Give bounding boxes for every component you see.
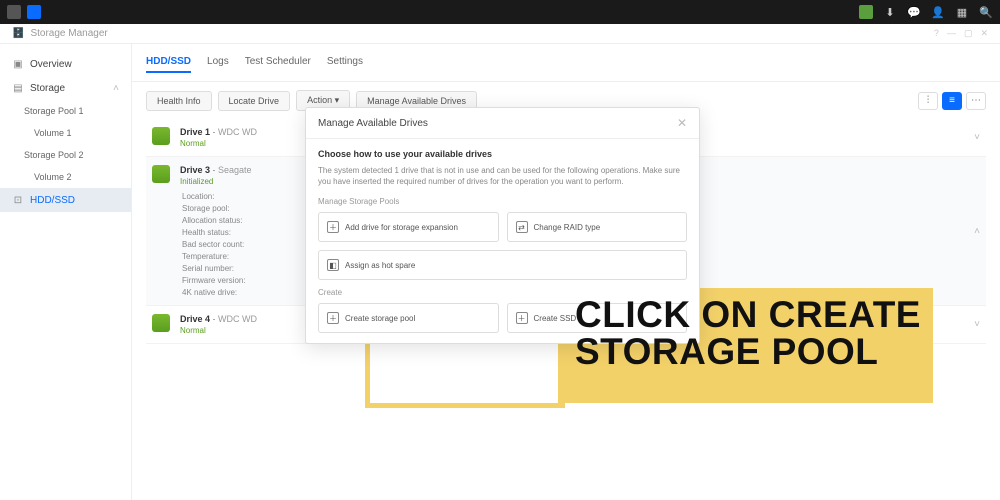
- sidebar-item-volume1[interactable]: Volume 1: [0, 122, 131, 144]
- option-change-raid[interactable]: ⇄ Change RAID type: [507, 212, 688, 242]
- chevron-up-icon: ˄: [113, 83, 119, 94]
- swap-icon: ⇄: [516, 221, 528, 233]
- sidebar-label: Overview: [30, 59, 72, 70]
- sidebar-label: Volume 1: [34, 128, 72, 138]
- close-window-icon[interactable]: ✕: [980, 28, 988, 39]
- option-create-storage-pool[interactable]: ＋ Create storage pool: [318, 303, 499, 333]
- drive-name: Drive 1: [180, 127, 210, 137]
- sidebar-label: Volume 2: [34, 172, 72, 182]
- option-label: Change RAID type: [534, 223, 601, 232]
- drive-name: Drive 4: [180, 314, 210, 324]
- overview-icon: ▣: [12, 58, 24, 70]
- maximize-icon[interactable]: ▢: [964, 28, 973, 39]
- modal-header: Manage Available Drives ✕: [306, 108, 699, 139]
- app-icon: 🗄️: [12, 28, 24, 39]
- chevron-down-icon[interactable]: ˅: [974, 132, 980, 143]
- sidebar-label: HDD/SSD: [30, 195, 75, 206]
- tab-scheduler[interactable]: Test Scheduler: [245, 52, 311, 73]
- minimize-icon[interactable]: —: [947, 28, 956, 39]
- plus-icon: ＋: [327, 221, 339, 233]
- sidebar-item-pool1[interactable]: Storage Pool 1: [0, 100, 131, 122]
- filter-icon[interactable]: ⫶: [918, 92, 938, 110]
- chevron-up-icon[interactable]: ˄: [974, 226, 980, 237]
- window-controls: ? — ▢ ✕: [934, 28, 988, 39]
- option-label: Create SSD: [534, 314, 577, 323]
- sidebar-item-overview[interactable]: ▣ Overview: [0, 52, 131, 76]
- list-view-icon[interactable]: ≡: [942, 92, 962, 110]
- modal-description: The system detected 1 drive that is not …: [318, 165, 687, 187]
- sidebar-item-volume2[interactable]: Volume 2: [0, 166, 131, 188]
- sidebar-label: Storage: [30, 83, 65, 94]
- topbar-left: [6, 4, 42, 20]
- drive-model: WDC WD: [218, 314, 257, 324]
- tab-logs[interactable]: Logs: [207, 52, 229, 73]
- option-label: Create storage pool: [345, 314, 415, 323]
- help-icon[interactable]: ?: [934, 28, 939, 39]
- health-info-button[interactable]: Health Info: [146, 91, 212, 111]
- tab-bar: HDD/SSD Logs Test Scheduler Settings: [132, 44, 1000, 82]
- chat-icon[interactable]: 💬: [906, 4, 922, 20]
- drive-name: Drive 3: [180, 165, 210, 175]
- modal-section-label: Manage Storage Pools: [318, 197, 687, 206]
- modal-subtitle: Choose how to use your available drives: [318, 149, 687, 159]
- create-icon: ＋: [327, 312, 339, 324]
- drive-icon: [152, 127, 170, 145]
- drive-model: WDC WD: [218, 127, 257, 137]
- window-titlebar: 🗄️ Storage Manager ? — ▢ ✕: [0, 24, 1000, 44]
- status-icon[interactable]: [858, 4, 874, 20]
- option-label: Assign as hot spare: [345, 261, 415, 270]
- option-add-drive-expansion[interactable]: ＋ Add drive for storage expansion: [318, 212, 499, 242]
- search-icon[interactable]: 🔍: [978, 4, 994, 20]
- modal-title: Manage Available Drives: [318, 118, 428, 129]
- apps-icon[interactable]: [6, 4, 22, 20]
- download-icon[interactable]: ⬇: [882, 4, 898, 20]
- close-icon[interactable]: ✕: [677, 116, 687, 130]
- dashboard-icon[interactable]: ▦: [954, 4, 970, 20]
- topbar-right: ⬇ 💬 👤 ▦ 🔍: [858, 4, 994, 20]
- app-switch-icon[interactable]: [26, 4, 42, 20]
- option-hot-spare[interactable]: ◧ Assign as hot spare: [318, 250, 687, 280]
- user-icon[interactable]: 👤: [930, 4, 946, 20]
- sidebar: ▣ Overview ▤ Storage ˄ Storage Pool 1 Volum…: [0, 44, 132, 500]
- hdd-icon: ⊡: [12, 194, 24, 206]
- annotation-text: CLICK ON CREATE STORAGE POOL: [575, 296, 1000, 370]
- drive-icon: [152, 165, 170, 183]
- drive-model: Seagate: [218, 165, 252, 175]
- tab-settings[interactable]: Settings: [327, 52, 363, 73]
- sidebar-label: Storage Pool 2: [24, 150, 84, 160]
- storage-icon: ▤: [12, 82, 24, 94]
- sidebar-item-storage[interactable]: ▤ Storage ˄: [0, 76, 131, 100]
- more-icon[interactable]: ⋯: [966, 92, 986, 110]
- sidebar-item-pool2[interactable]: Storage Pool 2: [0, 144, 131, 166]
- sidebar-item-hddssd[interactable]: ⊡ HDD/SSD: [0, 188, 131, 212]
- os-topbar: ⬇ 💬 👤 ▦ 🔍: [0, 0, 1000, 24]
- sidebar-label: Storage Pool 1: [24, 106, 84, 116]
- ssd-icon: ＋: [516, 312, 528, 324]
- option-label: Add drive for storage expansion: [345, 223, 458, 232]
- tab-hddssd[interactable]: HDD/SSD: [146, 52, 191, 73]
- app-title: Storage Manager: [30, 28, 107, 39]
- spare-icon: ◧: [327, 259, 339, 271]
- locate-drive-button[interactable]: Locate Drive: [218, 91, 291, 111]
- drive-icon: [152, 314, 170, 332]
